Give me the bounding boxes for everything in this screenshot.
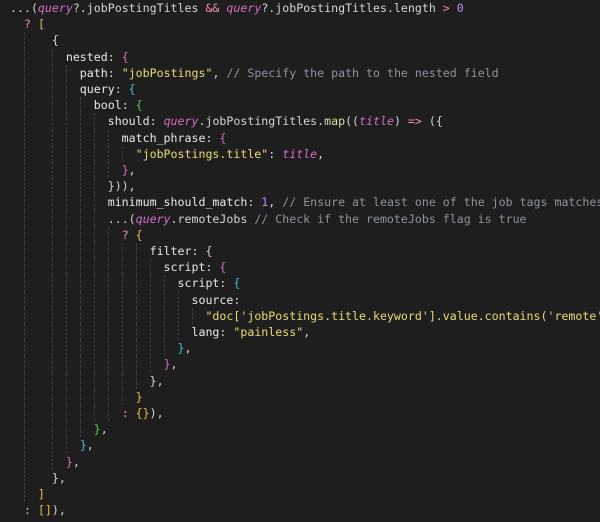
code-token: ), [149, 406, 164, 420]
code-editor[interactable]: ...(query?.jobPostingTitles && query?.jo… [0, 0, 600, 518]
code-token: } [93, 422, 101, 437]
code-token: , [303, 325, 311, 339]
code-token: } [177, 341, 185, 356]
code-token: ) [393, 114, 408, 129]
code-token: , [72, 454, 80, 469]
code-token: , [86, 438, 94, 453]
code-token: 0 [456, 1, 464, 15]
code-token: , [184, 341, 192, 356]
code-token: .remoteJobs [170, 211, 255, 226]
code-token: : [268, 146, 283, 161]
code-token: : [219, 325, 234, 339]
code-token: } [163, 357, 171, 372]
code-token: && [205, 1, 220, 15]
code-token: } [79, 438, 87, 453]
code-token: , [100, 422, 108, 437]
code-token: title [359, 114, 394, 129]
code-token: {} [135, 406, 150, 420]
code-token: , [317, 146, 325, 161]
code-token: (( [345, 114, 360, 129]
code-token: map [324, 114, 346, 129]
code-token: => [407, 114, 422, 129]
code-token: , [212, 65, 227, 80]
code-token: ?.jobPostingTitles.length [261, 1, 443, 15]
code-token: > [442, 1, 450, 15]
code-token: ?.jobPostingTitles [72, 1, 206, 15]
code-token: ({ [421, 114, 443, 129]
code-line[interactable]: : []), [10, 498, 66, 522]
code-line[interactable]: ...(query?.jobPostingTitles && query?.jo… [10, 0, 464, 20]
code-token: [] [37, 503, 52, 518]
code-token: , [170, 357, 178, 372]
code-token: title [282, 146, 318, 161]
code-token: "jobPostings.title" [135, 146, 269, 161]
code-token: : [23, 503, 31, 518]
code-token: "painless" [233, 325, 304, 339]
code-token: ), [51, 503, 66, 518]
code-token: // Specify the path to the nested field [226, 65, 499, 80]
code-token: : [121, 406, 129, 420]
code-token: } [65, 454, 73, 469]
code-token: // Check if the remoteJobs flag is true [254, 211, 527, 226]
code-token: query [226, 1, 262, 15]
